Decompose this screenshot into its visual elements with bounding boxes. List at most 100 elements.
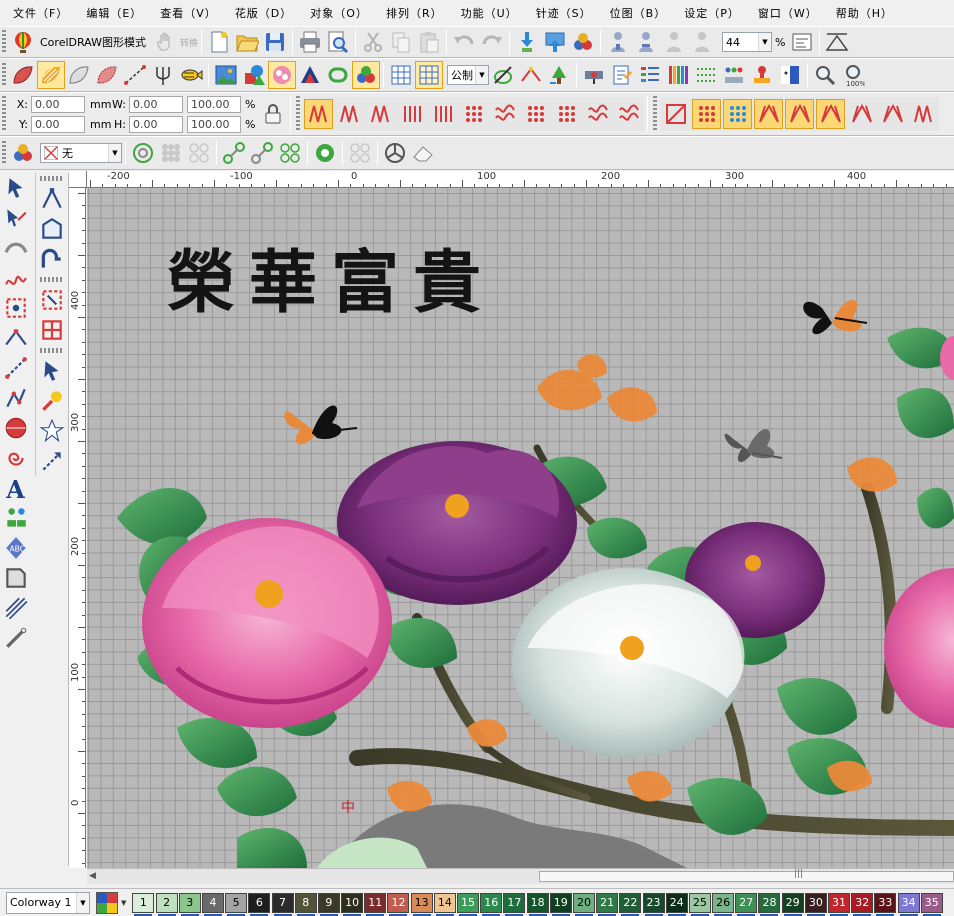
- export-icon[interactable]: [541, 28, 569, 56]
- mode-label[interactable]: CorelDRAW图形模式: [40, 34, 146, 50]
- thread-chip[interactable]: 19: [549, 892, 572, 916]
- stamp-icon[interactable]: [748, 61, 776, 89]
- thread-chip[interactable]: 10: [341, 892, 364, 916]
- thread-chip[interactable]: 6: [248, 892, 271, 916]
- scrollbar-thumb[interactable]: |||: [539, 869, 954, 882]
- menu-item-1[interactable]: 编辑（E）: [77, 5, 151, 21]
- print-preview-icon[interactable]: [324, 28, 352, 56]
- thread-chip[interactable]: 9: [317, 892, 340, 916]
- thread-chip[interactable]: 22: [619, 892, 642, 916]
- coreldraw-balloon-icon[interactable]: [9, 28, 37, 56]
- net-fill-icon[interactable]: [692, 99, 721, 129]
- fish-motif-icon[interactable]: [177, 61, 205, 89]
- fill-pattern-icon[interactable]: [268, 61, 296, 89]
- undo-icon[interactable]: [450, 28, 478, 56]
- menu-item-9[interactable]: 设定（P）: [675, 5, 749, 21]
- stitch-person-3-icon[interactable]: [660, 28, 688, 56]
- bend-tool-icon[interactable]: [37, 244, 67, 274]
- thread-chip[interactable]: 14: [433, 892, 456, 916]
- thread-chip[interactable]: 5: [225, 892, 248, 916]
- satin-stitch-icon[interactable]: [37, 61, 65, 89]
- running-stitch-icon[interactable]: [121, 61, 149, 89]
- thread-chip[interactable]: 34: [897, 892, 920, 916]
- triangle-fill-icon[interactable]: [847, 99, 876, 129]
- ellipse-tool-icon[interactable]: [1, 413, 31, 443]
- face-mask-icon[interactable]: [776, 61, 804, 89]
- color-balls-icon[interactable]: [352, 61, 380, 89]
- menu-item-6[interactable]: 功能（U）: [452, 5, 527, 21]
- dots-grid-3-icon[interactable]: [346, 139, 374, 167]
- vertical-ruler[interactable]: 400 300 200 100 0: [69, 188, 86, 868]
- thread-chip[interactable]: 4: [201, 892, 224, 916]
- toolbar-grip[interactable]: [296, 96, 300, 132]
- node-edit-tool-icon[interactable]: [37, 184, 67, 214]
- ruler-tool-icon[interactable]: [823, 28, 851, 56]
- color-bars-icon[interactable]: [664, 61, 692, 89]
- thread-chip[interactable]: 20: [572, 892, 595, 916]
- w-field[interactable]: 0.00: [129, 95, 183, 113]
- thread-chip[interactable]: 23: [642, 892, 665, 916]
- x-field[interactable]: 0.00: [31, 95, 85, 113]
- motif-stitch-icon[interactable]: [614, 99, 643, 129]
- thread-spool-icon[interactable]: [311, 139, 339, 167]
- eraser-icon[interactable]: [409, 139, 437, 167]
- open-folder-icon[interactable]: [233, 28, 261, 56]
- unit-combo[interactable]: 公制 ▼: [447, 65, 489, 85]
- toolbox-grip[interactable]: [40, 176, 64, 181]
- link-nodes-2-icon[interactable]: [248, 139, 276, 167]
- thread-chip[interactable]: 24: [665, 892, 688, 916]
- thread-chip[interactable]: 8: [294, 892, 317, 916]
- dashed-arrow-tool-icon[interactable]: [37, 446, 67, 476]
- hatch-stitch-icon[interactable]: [428, 99, 457, 129]
- zoom-combo[interactable]: 44 ▼: [722, 32, 772, 52]
- redo-icon[interactable]: [478, 28, 506, 56]
- thread-chip[interactable]: 15: [457, 892, 480, 916]
- print-icon[interactable]: [296, 28, 324, 56]
- ruler-origin[interactable]: [69, 171, 87, 188]
- menu-item-2[interactable]: 查看（V）: [151, 5, 226, 21]
- sewing-machine-icon[interactable]: [580, 61, 608, 89]
- abc-tool-icon[interactable]: ABC: [1, 533, 31, 563]
- toolbar-grip[interactable]: [2, 141, 6, 165]
- options-panel-icon[interactable]: [788, 28, 816, 56]
- design-canvas[interactable]: 榮華富貴 中: [87, 188, 954, 868]
- dots-grid-2-icon[interactable]: [185, 139, 213, 167]
- thread-chip[interactable]: 33: [874, 892, 897, 916]
- thread-chip[interactable]: 18: [526, 892, 549, 916]
- thread-chip[interactable]: 31: [828, 892, 851, 916]
- save-icon[interactable]: [261, 28, 289, 56]
- chevron-down-icon[interactable]: ▼: [121, 899, 126, 907]
- snap-grid-icon[interactable]: [415, 61, 443, 89]
- line-stitch-tool-icon[interactable]: [1, 353, 31, 383]
- new-file-icon[interactable]: [205, 28, 233, 56]
- copy-icon[interactable]: [387, 28, 415, 56]
- h-field[interactable]: 0.00: [129, 115, 183, 133]
- thread-chip[interactable]: 13: [410, 892, 433, 916]
- needle-tool-icon[interactable]: [1, 623, 31, 653]
- zoom-100-icon[interactable]: 100%: [839, 61, 867, 89]
- scroll-left-icon[interactable]: ◀: [89, 871, 96, 881]
- fan-fill-2-icon[interactable]: [785, 99, 814, 129]
- dashed-select-tool-icon[interactable]: [37, 285, 67, 315]
- ring-grid-icon[interactable]: [276, 139, 304, 167]
- stitch-person-icon[interactable]: [604, 28, 632, 56]
- thread-chip[interactable]: 3: [178, 892, 201, 916]
- thread-chip[interactable]: 11: [364, 892, 387, 916]
- text-tool-icon[interactable]: A: [1, 473, 31, 503]
- scale-x-field[interactable]: 100.00: [187, 95, 241, 113]
- horizontal-ruler[interactable]: -200 -100 0 100 200 300 400: [87, 171, 954, 188]
- paste-icon[interactable]: [415, 28, 443, 56]
- polyline-tool-icon[interactable]: [1, 383, 31, 413]
- dotted-grid-icon[interactable]: [692, 61, 720, 89]
- fan-fill-3-icon[interactable]: [816, 99, 845, 129]
- zigzag-fill-icon[interactable]: [909, 99, 938, 129]
- spiral-stitch-icon[interactable]: [583, 99, 612, 129]
- bitmap-image-icon[interactable]: [212, 61, 240, 89]
- toolbar-grip[interactable]: [2, 63, 6, 87]
- fork-stitch-icon[interactable]: [149, 61, 177, 89]
- color-palette-icon[interactable]: [9, 139, 37, 167]
- border-icon[interactable]: [324, 61, 352, 89]
- lock-ratio-icon[interactable]: [259, 100, 287, 128]
- diagonal-fill-icon[interactable]: [661, 99, 690, 129]
- target-icon[interactable]: [129, 139, 157, 167]
